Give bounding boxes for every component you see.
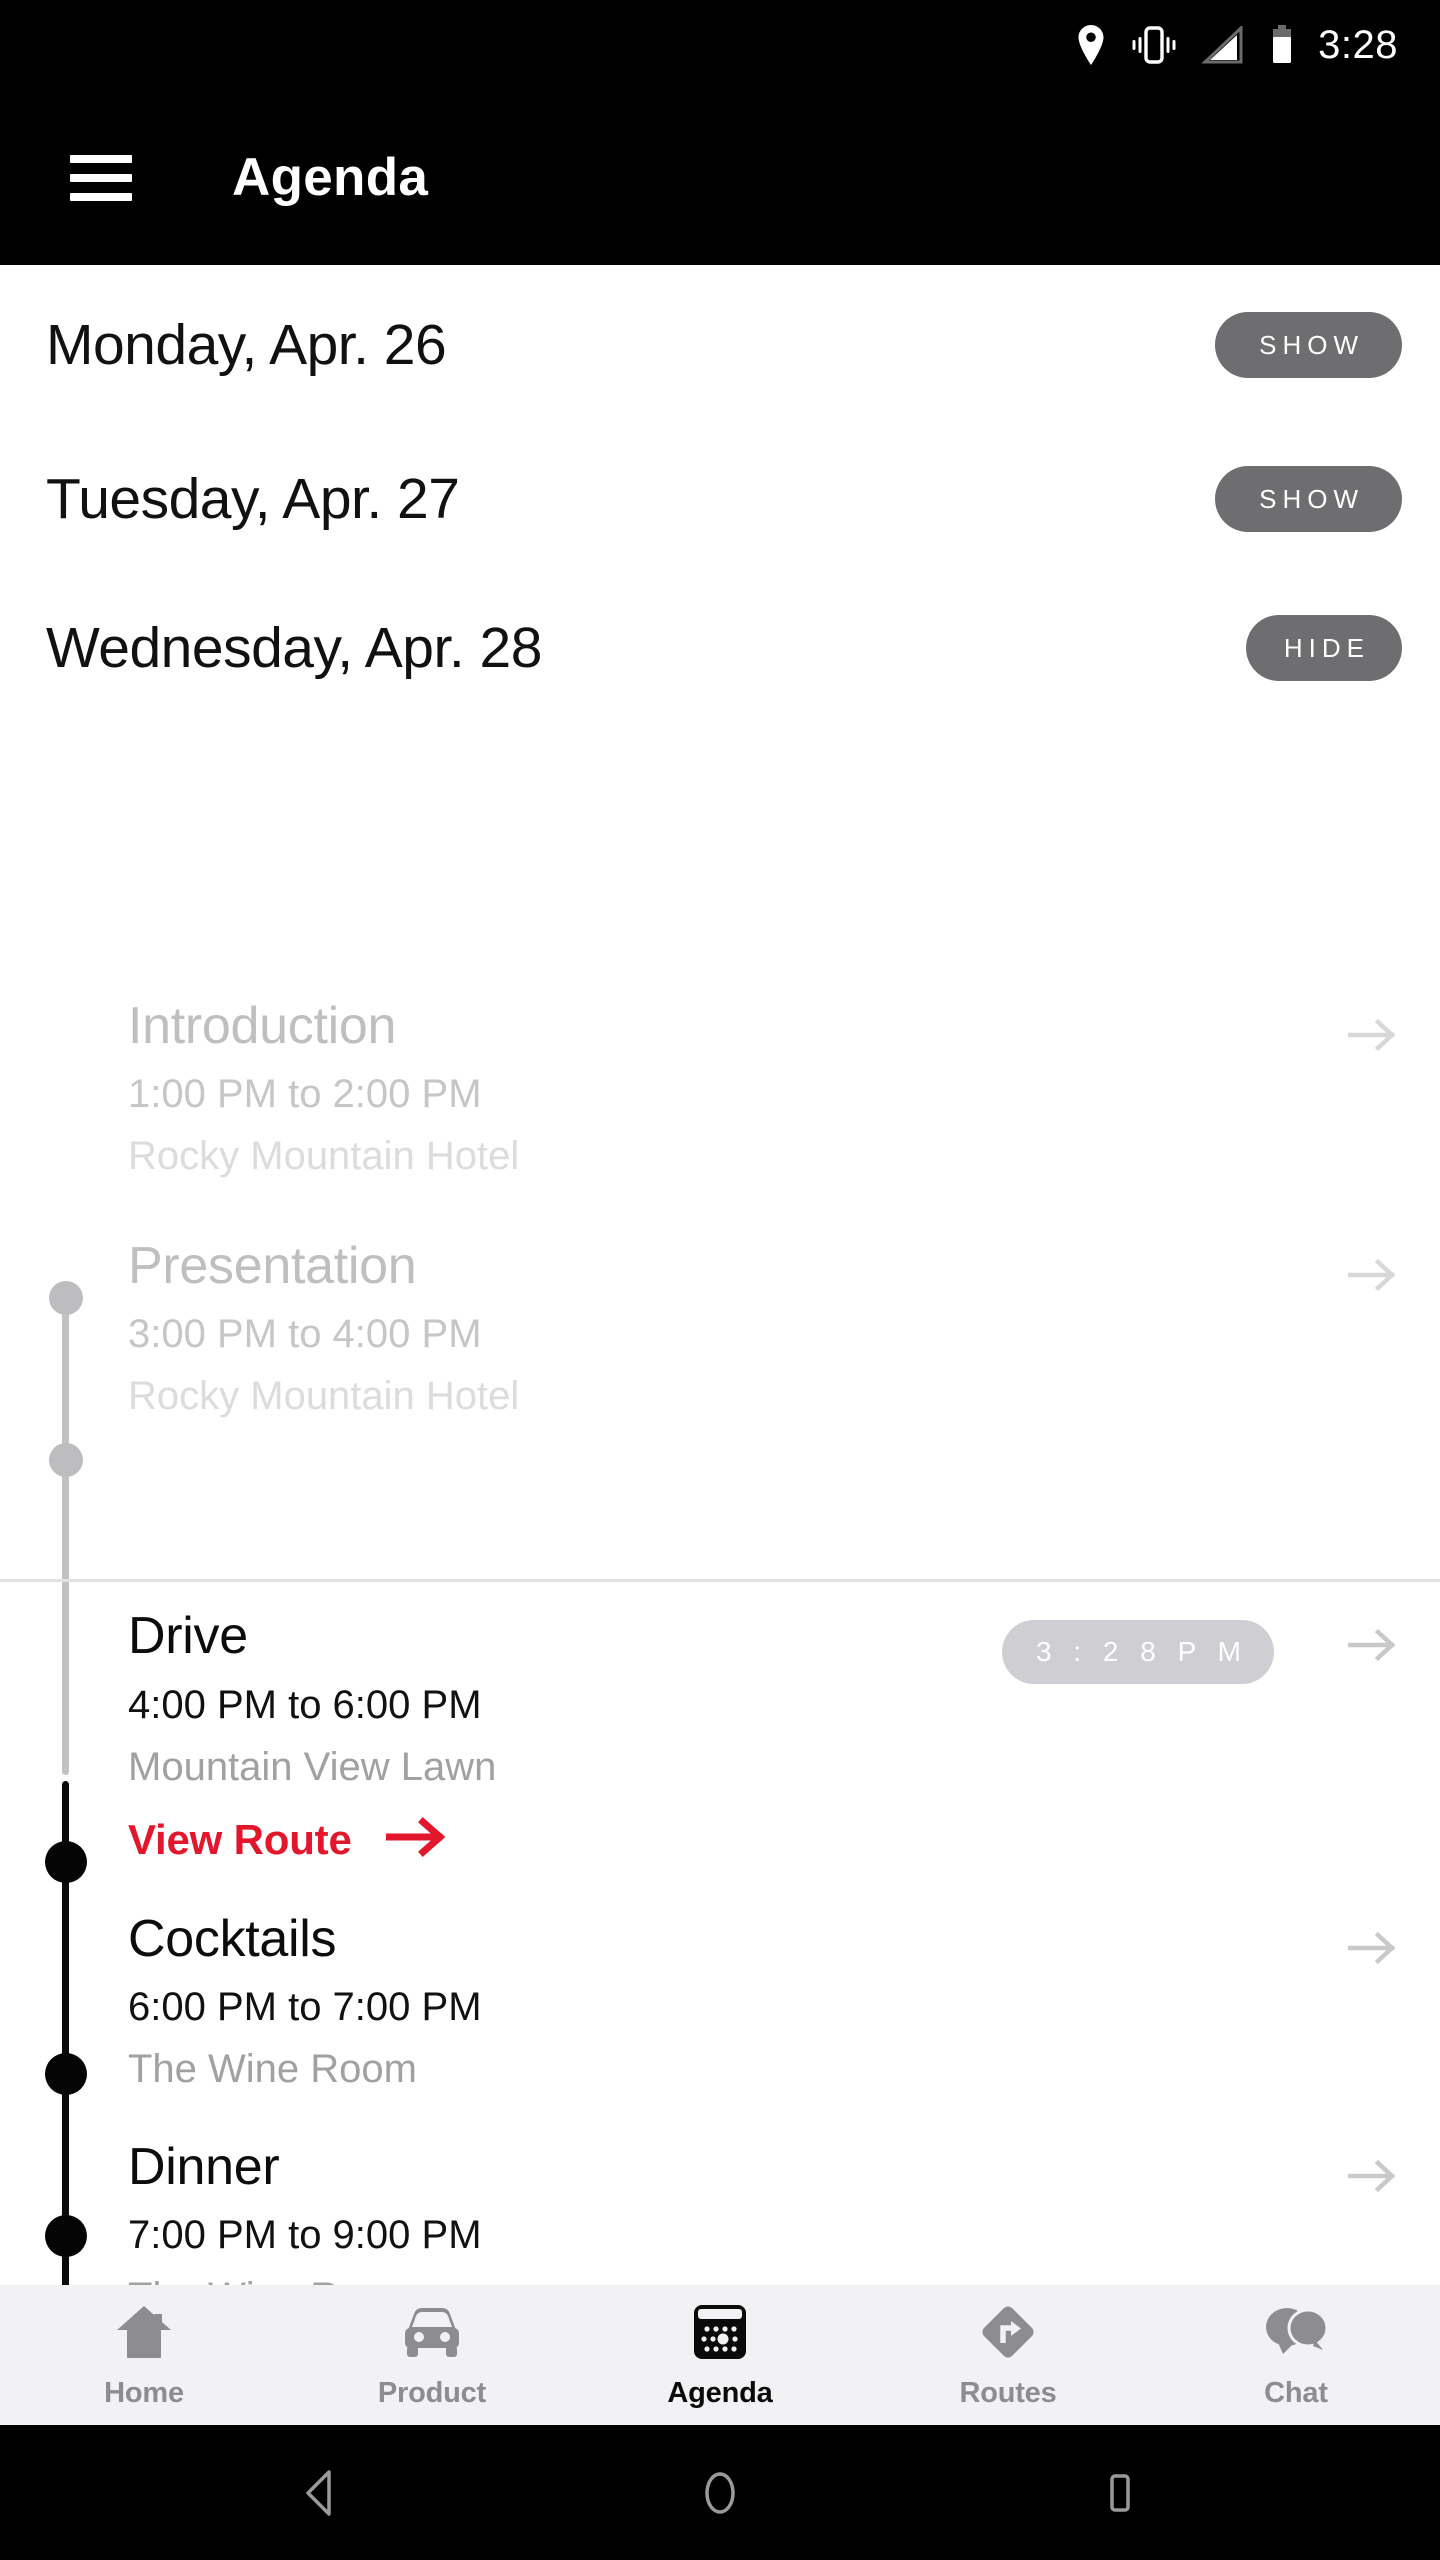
timeline-dot bbox=[49, 1443, 83, 1477]
event-row[interactable]: Introduction 1:00 PM to 2:00 PM Rocky Mo… bbox=[0, 995, 1440, 1179]
nav-label: Routes bbox=[959, 2376, 1057, 2409]
day-header-row[interactable]: Tuesday, Apr. 27 SHOW bbox=[0, 425, 1440, 573]
arrow-right-icon[interactable] bbox=[1348, 2136, 1400, 2194]
event-row[interactable]: Presentation 3:00 PM to 4:00 PM Rocky Mo… bbox=[0, 1235, 1440, 1419]
event-details: Introduction 1:00 PM to 2:00 PM Rocky Mo… bbox=[128, 995, 1328, 1179]
event-title: Drive bbox=[128, 1607, 248, 1666]
back-icon[interactable] bbox=[255, 2467, 385, 2519]
nav-item-home[interactable]: Home bbox=[0, 2301, 288, 2410]
event-title: Dinner bbox=[128, 2137, 280, 2196]
bottom-navigation-bar: Home Product Agenda Routes Chat bbox=[0, 2285, 1440, 2425]
day-label: Wednesday, Apr. 28 bbox=[46, 616, 542, 680]
event-details: Dinner 7:00 PM to 9:00 PM The Wine Room bbox=[128, 2136, 1328, 2285]
nav-label: Agenda bbox=[667, 2376, 773, 2409]
event-location: Rocky Mountain Hotel bbox=[128, 1374, 520, 1419]
current-time-divider bbox=[0, 1579, 1440, 1582]
day-header-row[interactable]: Wednesday, Apr. 28 HIDE bbox=[0, 573, 1440, 723]
event-location: Mountain View Lawn bbox=[128, 1744, 497, 1789]
day-label: Monday, Apr. 26 bbox=[46, 313, 447, 377]
event-time: 6:00 PM to 7:00 PM bbox=[128, 1984, 482, 2029]
view-route-link[interactable]: View Route bbox=[128, 1816, 1328, 1864]
nav-item-agenda[interactable]: Agenda bbox=[576, 2301, 864, 2410]
battery-icon bbox=[1270, 25, 1294, 65]
event-details: Cocktails 6:00 PM to 7:00 PM The Wine Ro… bbox=[128, 1908, 1328, 2092]
nav-item-routes[interactable]: Routes bbox=[864, 2301, 1152, 2410]
status-bar-clock: 3:28 bbox=[1318, 23, 1398, 67]
day-toggle-button[interactable]: HIDE bbox=[1245, 615, 1402, 681]
event-location: The Wine Room bbox=[128, 2274, 1328, 2285]
location-pin-icon bbox=[1076, 25, 1106, 65]
event-title: Presentation bbox=[128, 1237, 417, 1296]
vibrate-icon bbox=[1132, 24, 1176, 66]
event-details: Drive 4:00 PM to 6:00 PM Mountain View L… bbox=[128, 1605, 1328, 1863]
event-title: Introduction bbox=[128, 997, 397, 1055]
status-icon-group bbox=[1076, 24, 1294, 66]
event-time: 4:00 PM to 6:00 PM bbox=[128, 1682, 482, 1727]
arrow-right-icon[interactable] bbox=[1348, 995, 1400, 1053]
system-navigation-bar bbox=[0, 2425, 1440, 2560]
nav-label: Product bbox=[377, 2376, 487, 2409]
arrow-right-icon[interactable] bbox=[1348, 1605, 1400, 1663]
nav-item-chat[interactable]: Chat bbox=[1152, 2301, 1440, 2410]
event-time: 1:00 PM to 2:00 PM bbox=[128, 1072, 482, 1117]
calendar-icon bbox=[692, 2301, 748, 2363]
event-details: Presentation 3:00 PM to 4:00 PM Rocky Mo… bbox=[128, 1235, 1328, 1419]
view-route-label: View Route bbox=[128, 1815, 352, 1863]
event-title: Cocktails bbox=[128, 1909, 337, 1968]
event-row[interactable]: Cocktails 6:00 PM to 7:00 PM The Wine Ro… bbox=[0, 1908, 1440, 2092]
day-toggle-button[interactable]: SHOW bbox=[1215, 466, 1402, 532]
home-circle-icon[interactable] bbox=[655, 2467, 785, 2519]
chat-bubbles-icon bbox=[1263, 2301, 1329, 2363]
status-bar: 3:28 bbox=[0, 0, 1440, 90]
agenda-content: Monday, Apr. 26 SHOW Tuesday, Apr. 27 SH… bbox=[0, 265, 1440, 2285]
event-location: The Wine Room bbox=[128, 2046, 417, 2091]
app-bar: Agenda bbox=[0, 90, 1440, 265]
route-sign-icon bbox=[977, 2301, 1039, 2363]
arrow-right-icon[interactable] bbox=[1348, 1908, 1400, 1966]
event-row[interactable]: Drive 4:00 PM to 6:00 PM Mountain View L… bbox=[0, 1605, 1440, 1863]
day-header-row[interactable]: Monday, Apr. 26 SHOW bbox=[0, 265, 1440, 425]
nav-label: Chat bbox=[1264, 2376, 1328, 2409]
nav-label: Home bbox=[104, 2376, 184, 2409]
arrow-right-icon bbox=[385, 1817, 448, 1862]
phone-screen: 3:28 Agenda Monday, Apr. 26 SHOW Tuesday… bbox=[0, 0, 1440, 2560]
hamburger-menu-icon[interactable] bbox=[70, 154, 132, 201]
car-icon bbox=[400, 2301, 464, 2363]
home-icon bbox=[114, 2301, 174, 2363]
event-timeline: 3 : 2 8 P M Introduction 1:00 PM to 2:00… bbox=[0, 995, 1440, 2285]
arrow-right-icon[interactable] bbox=[1348, 1235, 1400, 1293]
event-time: 7:00 PM to 9:00 PM bbox=[128, 2213, 482, 2258]
day-toggle-button[interactable]: SHOW bbox=[1215, 312, 1402, 378]
event-time: 3:00 PM to 4:00 PM bbox=[128, 1312, 482, 1357]
event-location: Rocky Mountain Hotel bbox=[128, 1134, 520, 1179]
signal-icon bbox=[1202, 26, 1244, 64]
event-row[interactable]: Dinner 7:00 PM to 9:00 PM The Wine Room bbox=[0, 2136, 1440, 2285]
recents-square-icon[interactable] bbox=[1055, 2467, 1185, 2519]
nav-item-product[interactable]: Product bbox=[288, 2301, 576, 2410]
day-label: Tuesday, Apr. 27 bbox=[46, 467, 460, 531]
page-title: Agenda bbox=[232, 148, 429, 207]
